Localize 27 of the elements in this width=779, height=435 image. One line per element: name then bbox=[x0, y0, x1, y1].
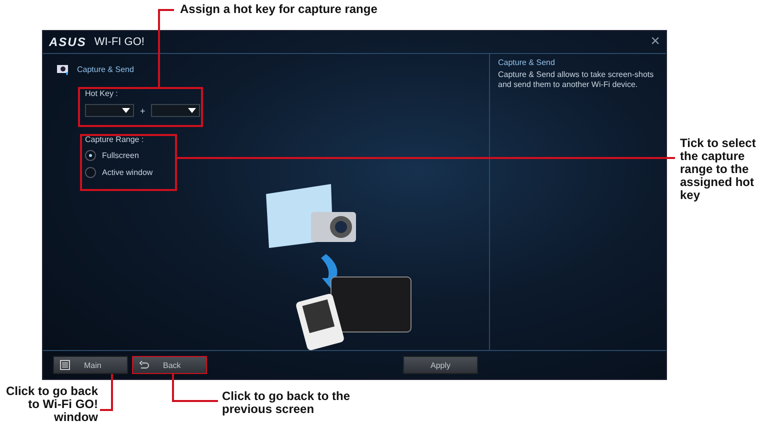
apply-button[interactable]: Apply bbox=[403, 356, 478, 374]
key-dropdown[interactable] bbox=[85, 104, 134, 117]
hot-key-label: Hot Key : bbox=[85, 89, 119, 98]
caret-icon bbox=[188, 108, 196, 113]
callout-text: Tick to select the capture range to the assigned hot key bbox=[680, 137, 757, 202]
camera-icon bbox=[57, 64, 69, 75]
section-title: Capture & Send bbox=[77, 65, 134, 74]
list-icon bbox=[60, 360, 70, 370]
back-arrow-icon bbox=[139, 360, 149, 370]
radio-button[interactable] bbox=[85, 150, 96, 161]
radio-label: Active window bbox=[102, 168, 153, 177]
info-title: Capture & Send bbox=[498, 58, 556, 67]
callout-text: Assign a hot key for capture range bbox=[180, 3, 378, 16]
close-button[interactable]: × bbox=[650, 34, 660, 50]
caret-icon bbox=[122, 108, 130, 113]
key-dropdown[interactable] bbox=[151, 104, 200, 117]
radio-label: Fullscreen bbox=[102, 151, 139, 160]
back-button[interactable]: Back bbox=[132, 356, 207, 374]
radio-button[interactable] bbox=[85, 167, 96, 178]
capture-range-label: Capture Range : bbox=[85, 135, 145, 144]
callout-text: Click to go back to Wi-Fi GO! window bbox=[4, 385, 98, 424]
plus-sign: + bbox=[140, 106, 146, 116]
main-button[interactable]: Main bbox=[53, 356, 128, 374]
window-title: WI-FI GO! bbox=[94, 36, 144, 48]
callout-text: Click to go back to the previous screen bbox=[222, 390, 352, 416]
logo: ASUS bbox=[49, 35, 86, 49]
info-text: Capture & Send allows to take screen-shots and send them to another Wi-Fi device. bbox=[498, 70, 655, 90]
